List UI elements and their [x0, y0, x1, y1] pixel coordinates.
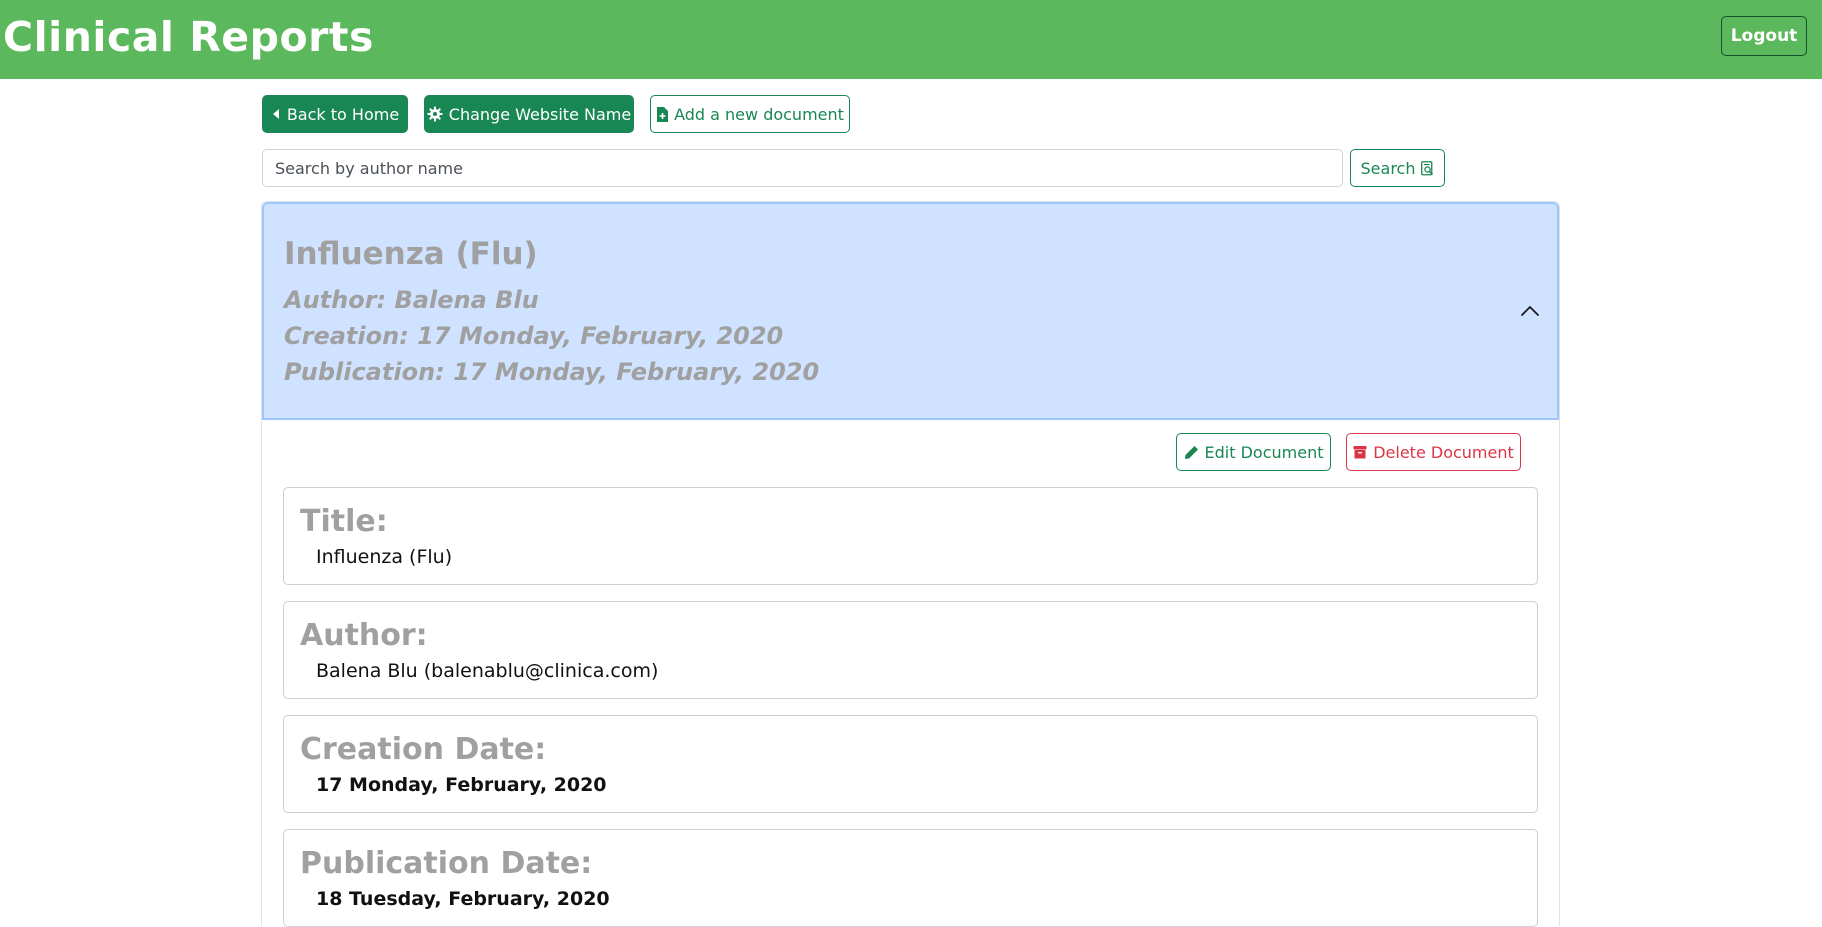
change-website-name-label: Change Website Name — [448, 104, 632, 124]
creation-date-field-label: Creation Date: — [300, 732, 547, 767]
document-header-publication: Publication: 17 Monday, February, 2020 — [284, 358, 820, 386]
edit-document-label: Edit Document — [1204, 442, 1324, 462]
add-new-document-label: Add a new document — [674, 104, 844, 124]
creation-date-field-card: Creation Date: 17 Monday, February, 2020 — [283, 715, 1538, 813]
document-header-creation: Creation: 17 Monday, February, 2020 — [284, 322, 784, 350]
app-brand-title: Clinical Reports — [3, 13, 374, 61]
publication-date-field-value: 18 Tuesday, February, 2020 — [316, 888, 610, 910]
search-button-label: Search — [1360, 158, 1416, 178]
chevron-up-icon[interactable] — [1519, 300, 1541, 322]
author-field-card: Author: Balena Blu (balenablu@clinica.co… — [283, 601, 1538, 699]
publication-date-field-card: Publication Date: 18 Tuesday, February, … — [283, 829, 1538, 927]
title-field-value: Influenza (Flu) — [316, 546, 453, 568]
title-field-label: Title: — [300, 504, 388, 539]
archive-icon — [1353, 445, 1367, 459]
search-button[interactable]: Search — [1350, 149, 1445, 187]
delete-document-button[interactable]: Delete Document — [1346, 433, 1521, 471]
change-website-name-button[interactable]: Change Website Name — [424, 95, 634, 133]
back-to-home-label: Back to Home — [286, 104, 400, 124]
pencil-icon — [1184, 445, 1199, 460]
edit-document-button[interactable]: Edit Document — [1176, 433, 1331, 471]
author-search-input[interactable] — [262, 149, 1343, 187]
file-plus-icon — [656, 106, 669, 122]
creation-date-field-value: 17 Monday, February, 2020 — [316, 774, 607, 796]
title-field-card: Title: Influenza (Flu) — [283, 487, 1538, 585]
gear-icon — [427, 106, 443, 122]
document-accordion-header[interactable]: Influenza (Flu) Author: Balena Blu Creat… — [262, 202, 1559, 420]
caret-left-icon — [271, 108, 281, 120]
document-header-author: Author: Balena Blu — [284, 286, 539, 314]
add-new-document-button[interactable]: Add a new document — [650, 95, 850, 133]
delete-document-label: Delete Document — [1373, 442, 1514, 462]
document-header-title: Influenza (Flu) — [284, 236, 538, 272]
author-field-value: Balena Blu (balenablu@clinica.com) — [316, 660, 659, 682]
publication-date-field-label: Publication Date: — [300, 846, 593, 881]
back-to-home-button[interactable]: Back to Home — [262, 95, 408, 133]
author-field-label: Author: — [300, 618, 428, 653]
logout-button[interactable]: Logout — [1721, 16, 1807, 56]
search-document-icon — [1421, 160, 1434, 176]
top-navbar: Clinical Reports Logout — [0, 0, 1822, 79]
